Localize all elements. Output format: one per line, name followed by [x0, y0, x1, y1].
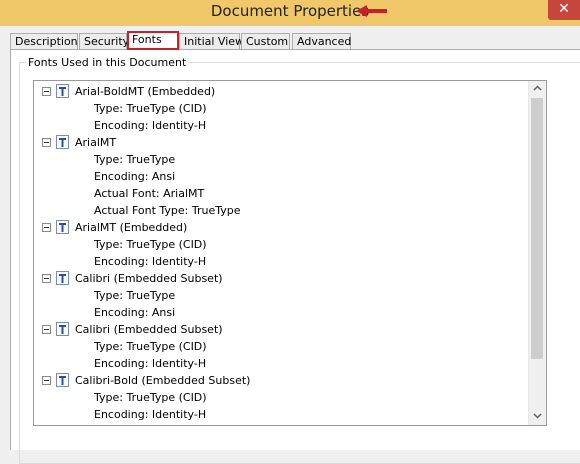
font-detail: Type: TrueType [94, 153, 176, 166]
tab-custom[interactable]: Custom [241, 33, 290, 49]
font-name: Calibri (Embedded Subset) [75, 323, 223, 336]
font-name: ArialMT (Embedded) [75, 221, 188, 234]
collapse-toggle-icon[interactable] [42, 138, 51, 147]
close-button[interactable]: ✕ [548, 0, 580, 20]
fonts-tree[interactable]: Arial-BoldMT (Embedded) Type: TrueType (… [33, 80, 547, 426]
scroll-up-button[interactable] [529, 81, 546, 97]
truetype-font-icon [56, 373, 69, 387]
tab-advanced[interactable]: Advanced [292, 33, 351, 49]
font-name: Arial-BoldMT (Embedded) [75, 85, 216, 98]
font-detail: Encoding: Ansi [94, 306, 176, 319]
font-detail: Encoding: Identity-H [94, 119, 207, 132]
tab-security[interactable]: Security [79, 33, 129, 49]
font-detail: Type: TrueType (CID) [94, 340, 207, 353]
collapse-toggle-icon[interactable] [42, 325, 51, 334]
scroll-thumb[interactable] [531, 98, 543, 359]
font-detail: Encoding: Identity-H [94, 357, 207, 370]
font-name: Calibri-Bold (Embedded Subset) [75, 374, 251, 387]
tab-description[interactable]: Description [10, 33, 78, 49]
font-detail: Type: TrueType (CID) [94, 238, 207, 251]
font-detail: Encoding: Ansi [94, 170, 176, 183]
truetype-font-icon [56, 135, 69, 149]
truetype-font-icon [56, 322, 69, 336]
truetype-font-icon [56, 271, 69, 285]
font-detail: Encoding: Identity-H [94, 408, 207, 421]
font-detail: Encoding: Identity-H [94, 255, 207, 268]
collapse-toggle-icon[interactable] [42, 223, 51, 232]
vertical-scrollbar[interactable] [528, 81, 546, 425]
truetype-font-icon [56, 220, 69, 234]
scroll-down-button[interactable] [529, 409, 546, 425]
chevron-up-icon [533, 85, 542, 91]
truetype-font-icon [56, 84, 69, 98]
title-bar: Document Properties ✕ [0, 0, 580, 26]
font-detail: Actual Font: ArialMT [94, 187, 205, 200]
tab-initial-view[interactable]: Initial View [179, 33, 244, 49]
font-detail: Actual Font Type: TrueType [94, 204, 241, 217]
font-name: Calibri (Embedded Subset) [75, 272, 223, 285]
font-detail: Type: TrueType (CID) [94, 391, 207, 404]
window-title: Document Properties [210, 2, 370, 20]
font-detail: Type: TrueType (CID) [94, 102, 207, 115]
tab-fonts[interactable]: Fonts [127, 31, 179, 50]
collapse-toggle-icon[interactable] [42, 274, 51, 283]
collapse-toggle-icon[interactable] [42, 87, 51, 96]
collapse-toggle-icon[interactable] [42, 376, 51, 385]
font-detail: Type: TrueType [94, 289, 176, 302]
red-arrow-icon [356, 5, 387, 17]
chevron-down-icon [533, 413, 542, 419]
font-name: ArialMT [75, 136, 117, 149]
fonts-group-title: Fonts Used in this Document [26, 56, 189, 69]
